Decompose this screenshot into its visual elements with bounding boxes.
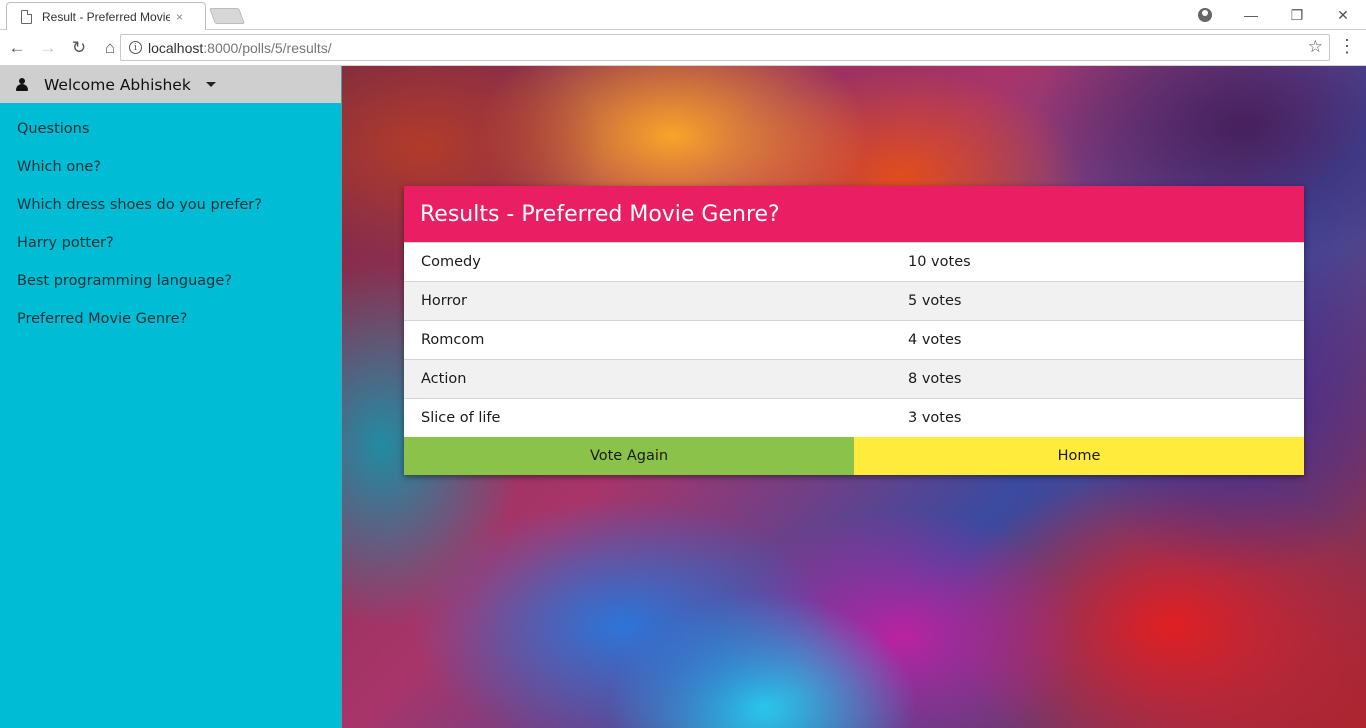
- result-row: Romcom 4 votes: [404, 320, 1304, 359]
- window-controls: — ❐ ✕: [1182, 0, 1366, 30]
- bookmark-star-icon[interactable]: ☆: [1308, 37, 1323, 57]
- welcome-text: Welcome Abhishek: [44, 75, 191, 94]
- sidebar-item-programming-language[interactable]: Best programming language?: [0, 262, 341, 300]
- sidebar-item-questions[interactable]: Questions: [0, 110, 341, 148]
- user-icon: [16, 78, 28, 91]
- browser-tab[interactable]: Result - Preferred Movie Genre? ×: [6, 2, 206, 30]
- choice-label: Romcom: [421, 332, 485, 348]
- reload-button[interactable]: ↻: [65, 34, 93, 62]
- user-menu[interactable]: Welcome Abhishek: [0, 66, 341, 103]
- results-actions: Vote Again Home: [404, 437, 1304, 475]
- results-title: Results - Preferred Movie Genre?: [420, 201, 780, 227]
- result-row: Comedy 10 votes: [404, 242, 1304, 281]
- close-tab-icon[interactable]: ×: [176, 10, 183, 24]
- result-row: Action 8 votes: [404, 359, 1304, 398]
- tab-title: Result - Preferred Movie Genre?: [42, 9, 170, 24]
- home-button[interactable]: Home: [854, 437, 1304, 475]
- sidebar-item-harry-potter[interactable]: Harry potter?: [0, 224, 341, 262]
- back-button[interactable]: ←: [3, 34, 31, 62]
- choice-label: Action: [421, 371, 467, 387]
- results-card: Results - Preferred Movie Genre? Comedy …: [404, 186, 1304, 475]
- info-icon[interactable]: i: [129, 41, 142, 54]
- restore-button[interactable]: ❐: [1274, 0, 1320, 30]
- vote-count: 4 votes: [908, 332, 962, 348]
- vote-count: 10 votes: [908, 254, 971, 270]
- vote-count: 3 votes: [908, 410, 962, 426]
- account-icon: [1198, 8, 1212, 22]
- sidebar-item-which-one[interactable]: Which one?: [0, 148, 341, 186]
- tab-strip: Result - Preferred Movie Genre? × — ❐ ✕: [0, 0, 1366, 30]
- vote-again-button[interactable]: Vote Again: [404, 437, 854, 475]
- address-bar[interactable]: i localhost:8000/polls/5/results/ ☆: [120, 34, 1330, 61]
- result-row: Horror 5 votes: [404, 281, 1304, 320]
- results-header: Results - Preferred Movie Genre?: [404, 186, 1304, 242]
- account-button[interactable]: [1182, 0, 1228, 30]
- sidebar-item-dress-shoes[interactable]: Which dress shoes do you prefer?: [0, 186, 341, 224]
- choice-label: Comedy: [421, 254, 481, 270]
- browser-toolbar: ← → ↻ ⌂ i localhost:8000/polls/5/results…: [0, 30, 1366, 66]
- document-icon: [21, 9, 32, 24]
- choice-label: Horror: [421, 293, 467, 309]
- new-tab-button[interactable]: [209, 8, 245, 24]
- result-row: Slice of life 3 votes: [404, 398, 1304, 437]
- choice-label: Slice of life: [421, 410, 501, 426]
- vote-count: 5 votes: [908, 293, 962, 309]
- caret-down-icon[interactable]: [205, 82, 216, 87]
- vote-count: 8 votes: [908, 371, 962, 387]
- sidebar-item-movie-genre[interactable]: Preferred Movie Genre?: [0, 300, 341, 338]
- url-path: :8000/polls/5/results/: [203, 39, 332, 56]
- url-host: localhost: [148, 39, 204, 56]
- minimize-button[interactable]: —: [1228, 0, 1274, 30]
- browser-menu-icon[interactable]: ⋮: [1338, 36, 1356, 57]
- forward-button[interactable]: →: [34, 34, 62, 62]
- question-list: Questions Which one? Which dress shoes d…: [0, 103, 341, 338]
- sidebar: Welcome Abhishek Questions Which one? Wh…: [0, 66, 342, 728]
- close-window-button[interactable]: ✕: [1320, 0, 1366, 30]
